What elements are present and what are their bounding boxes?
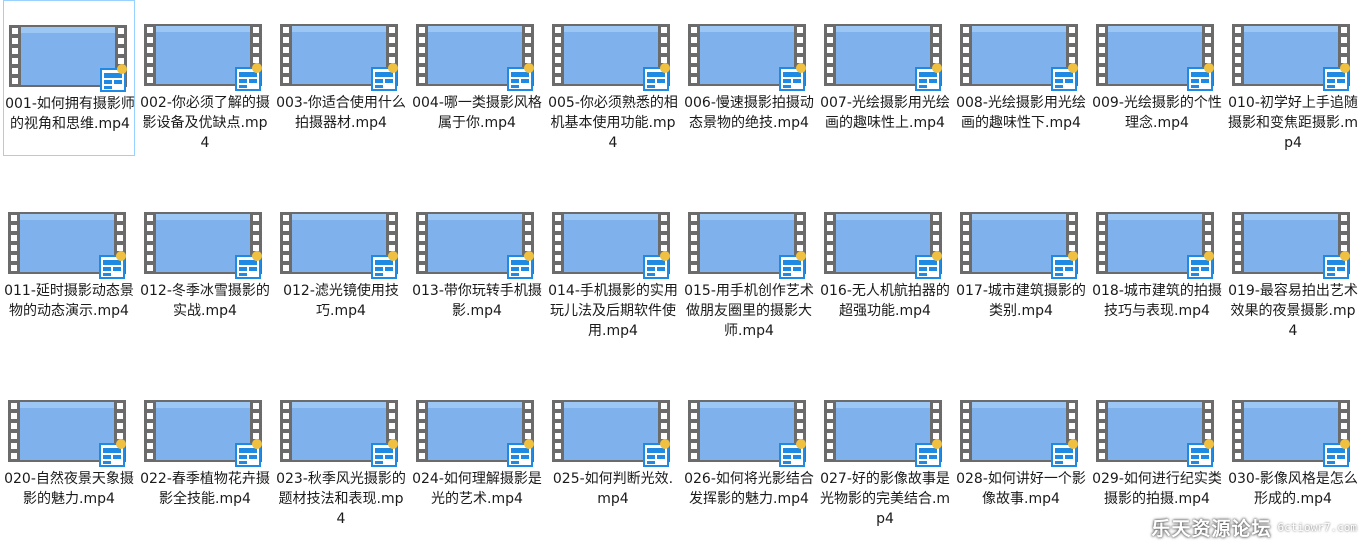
file-name-label: 022-春季植物花卉摄影全技能.mp4 xyxy=(140,471,270,507)
file-item[interactable]: 018-城市建筑的拍摄技巧与表现.mp4 xyxy=(1091,188,1223,344)
file-grid: 001-如何拥有摄影师的视角和思维.mp4 002-你必须了解的摄影设备及优缺点.… xyxy=(3,0,1365,547)
file-item[interactable]: 023-秋季风光摄影的题材技法和表现.mp4 xyxy=(275,376,407,532)
file-name-label: 012-滤光镜使用技巧.mp4 xyxy=(283,283,399,319)
media-player-badge-icon xyxy=(1321,62,1351,92)
file-item[interactable]: 005-你必须熟悉的相机基本使用功能.mp4 xyxy=(547,0,679,156)
file-item[interactable]: 020-自然夜景天象摄影的魅力.mp4 xyxy=(3,376,135,532)
file-name-label: 017-城市建筑摄影的类别.mp4 xyxy=(956,283,1086,319)
media-player-badge-icon xyxy=(233,62,263,92)
file-name-label: 003-你适合使用什么拍摄器材.mp4 xyxy=(276,95,406,131)
media-player-badge-icon xyxy=(1321,250,1351,280)
media-player-badge-icon xyxy=(913,62,943,92)
file-name-label: 016-无人机航拍器的超强功能.mp4 xyxy=(820,283,950,319)
file-name-label: 004-哪一类摄影风格属于你.mp4 xyxy=(412,95,542,131)
file-name-label: 026-如何将光影结合发挥影的魅力.mp4 xyxy=(684,471,814,507)
media-player-badge-icon xyxy=(1049,250,1079,280)
file-item[interactable]: 010-初学好上手追随摄影和变焦距摄影.mp4 xyxy=(1227,0,1359,156)
media-player-badge-icon xyxy=(233,250,263,280)
file-name-label: 012-冬季冰雪摄影的实战.mp4 xyxy=(140,283,270,319)
media-player-badge-icon xyxy=(641,62,671,92)
media-player-badge-icon xyxy=(369,62,399,92)
file-name-label: 014-手机摄影的实用玩儿法及后期软件使用.mp4 xyxy=(548,283,678,339)
media-player-badge-icon xyxy=(233,438,263,468)
file-name-label: 024-如何理解摄影是光的艺术.mp4 xyxy=(412,471,542,507)
file-item[interactable]: 011-延时摄影动态景物的动态演示.mp4 xyxy=(3,188,135,344)
media-player-badge-icon xyxy=(1049,62,1079,92)
file-item[interactable]: 007-光绘摄影用光绘画的趣味性上.mp4 xyxy=(819,0,951,156)
file-name-label: 001-如何拥有摄影师的视角和思维.mp4 xyxy=(5,96,135,132)
file-name-label: 029-如何进行纪实类摄影的拍摄.mp4 xyxy=(1092,471,1222,507)
file-item[interactable]: 001-如何拥有摄影师的视角和思维.mp4 xyxy=(3,0,135,156)
media-player-badge-icon xyxy=(777,250,807,280)
file-item[interactable]: 012-滤光镜使用技巧.mp4 xyxy=(275,188,407,344)
media-player-badge-icon xyxy=(98,63,128,93)
file-name-label: 023-秋季风光摄影的题材技法和表现.mp4 xyxy=(276,471,406,527)
file-name-label: 030-影像风格是怎么形成的.mp4 xyxy=(1228,471,1358,507)
file-item[interactable]: 003-你适合使用什么拍摄器材.mp4 xyxy=(275,0,407,156)
media-player-badge-icon xyxy=(505,438,535,468)
file-name-label: 006-慢速摄影拍摄动态景物的绝技.mp4 xyxy=(684,95,814,131)
file-item[interactable]: 016-无人机航拍器的超强功能.mp4 xyxy=(819,188,951,344)
file-item[interactable]: 028-如何讲好一个影像故事.mp4 xyxy=(955,376,1087,532)
file-item[interactable]: 004-哪一类摄影风格属于你.mp4 xyxy=(411,0,543,156)
media-player-badge-icon xyxy=(369,250,399,280)
file-name-label: 028-如何讲好一个影像故事.mp4 xyxy=(956,471,1086,507)
media-player-badge-icon xyxy=(1185,250,1215,280)
file-name-label: 018-城市建筑的拍摄技巧与表现.mp4 xyxy=(1092,283,1222,319)
file-name-label: 002-你必须了解的摄影设备及优缺点.mp4 xyxy=(140,95,270,151)
media-player-badge-icon xyxy=(1321,438,1351,468)
media-player-badge-icon xyxy=(777,438,807,468)
file-item[interactable]: 012-冬季冰雪摄影的实战.mp4 xyxy=(139,188,271,344)
file-item[interactable]: 025-如何判断光效.mp4 xyxy=(547,376,679,532)
file-item[interactable]: 002-你必须了解的摄影设备及优缺点.mp4 xyxy=(139,0,271,156)
file-item[interactable]: 008-光绘摄影用光绘画的趣味性下.mp4 xyxy=(955,0,1087,156)
file-name-label: 011-延时摄影动态景物的动态演示.mp4 xyxy=(4,283,134,319)
file-name-label: 007-光绘摄影用光绘画的趣味性上.mp4 xyxy=(820,95,950,131)
file-name-label: 020-自然夜景天象摄影的魅力.mp4 xyxy=(4,471,134,507)
file-name-label: 013-带你玩转手机摄影.mp4 xyxy=(412,283,542,319)
media-player-badge-icon xyxy=(913,438,943,468)
file-item[interactable]: 019-最容易拍出艺术效果的夜景摄影.mp4 xyxy=(1227,188,1359,344)
file-item[interactable]: 022-春季植物花卉摄影全技能.mp4 xyxy=(139,376,271,532)
media-player-badge-icon xyxy=(1185,62,1215,92)
file-item[interactable]: 017-城市建筑摄影的类别.mp4 xyxy=(955,188,1087,344)
file-name-label: 019-最容易拍出艺术效果的夜景摄影.mp4 xyxy=(1228,283,1358,339)
file-name-label: 025-如何判断光效.mp4 xyxy=(552,471,674,507)
file-item[interactable]: 024-如何理解摄影是光的艺术.mp4 xyxy=(411,376,543,532)
media-player-badge-icon xyxy=(777,62,807,92)
media-player-badge-icon xyxy=(1049,438,1079,468)
media-player-badge-icon xyxy=(505,250,535,280)
file-item[interactable]: 027-好的影像故事是光物影的完美结合.mp4 xyxy=(819,376,951,532)
file-item[interactable]: 015-用手机创作艺术做朋友圈里的摄影大师.mp4 xyxy=(683,188,815,344)
file-item[interactable]: 030-影像风格是怎么形成的.mp4 xyxy=(1227,376,1359,532)
file-item[interactable]: 026-如何将光影结合发挥影的魅力.mp4 xyxy=(683,376,815,532)
media-player-badge-icon xyxy=(505,62,535,92)
file-name-label: 010-初学好上手追随摄影和变焦距摄影.mp4 xyxy=(1227,95,1359,151)
media-player-badge-icon xyxy=(641,250,671,280)
media-player-badge-icon xyxy=(913,250,943,280)
media-player-badge-icon xyxy=(641,438,671,468)
file-item[interactable]: 013-带你玩转手机摄影.mp4 xyxy=(411,188,543,344)
file-item[interactable]: 006-慢速摄影拍摄动态景物的绝技.mp4 xyxy=(683,0,815,156)
file-name-label: 015-用手机创作艺术做朋友圈里的摄影大师.mp4 xyxy=(684,283,814,339)
file-item[interactable]: 014-手机摄影的实用玩儿法及后期软件使用.mp4 xyxy=(547,188,679,344)
file-item[interactable]: 029-如何进行纪实类摄影的拍摄.mp4 xyxy=(1091,376,1223,532)
media-player-badge-icon xyxy=(369,438,399,468)
media-player-badge-icon xyxy=(1185,438,1215,468)
media-player-badge-icon xyxy=(97,250,127,280)
file-name-label: 005-你必须熟悉的相机基本使用功能.mp4 xyxy=(548,95,678,151)
file-name-label: 009-光绘摄影的个性理念.mp4 xyxy=(1092,95,1222,131)
file-name-label: 008-光绘摄影用光绘画的趣味性下.mp4 xyxy=(956,95,1086,131)
media-player-badge-icon xyxy=(97,438,127,468)
file-name-label: 027-好的影像故事是光物影的完美结合.mp4 xyxy=(819,471,951,527)
file-item[interactable]: 009-光绘摄影的个性理念.mp4 xyxy=(1091,0,1223,156)
